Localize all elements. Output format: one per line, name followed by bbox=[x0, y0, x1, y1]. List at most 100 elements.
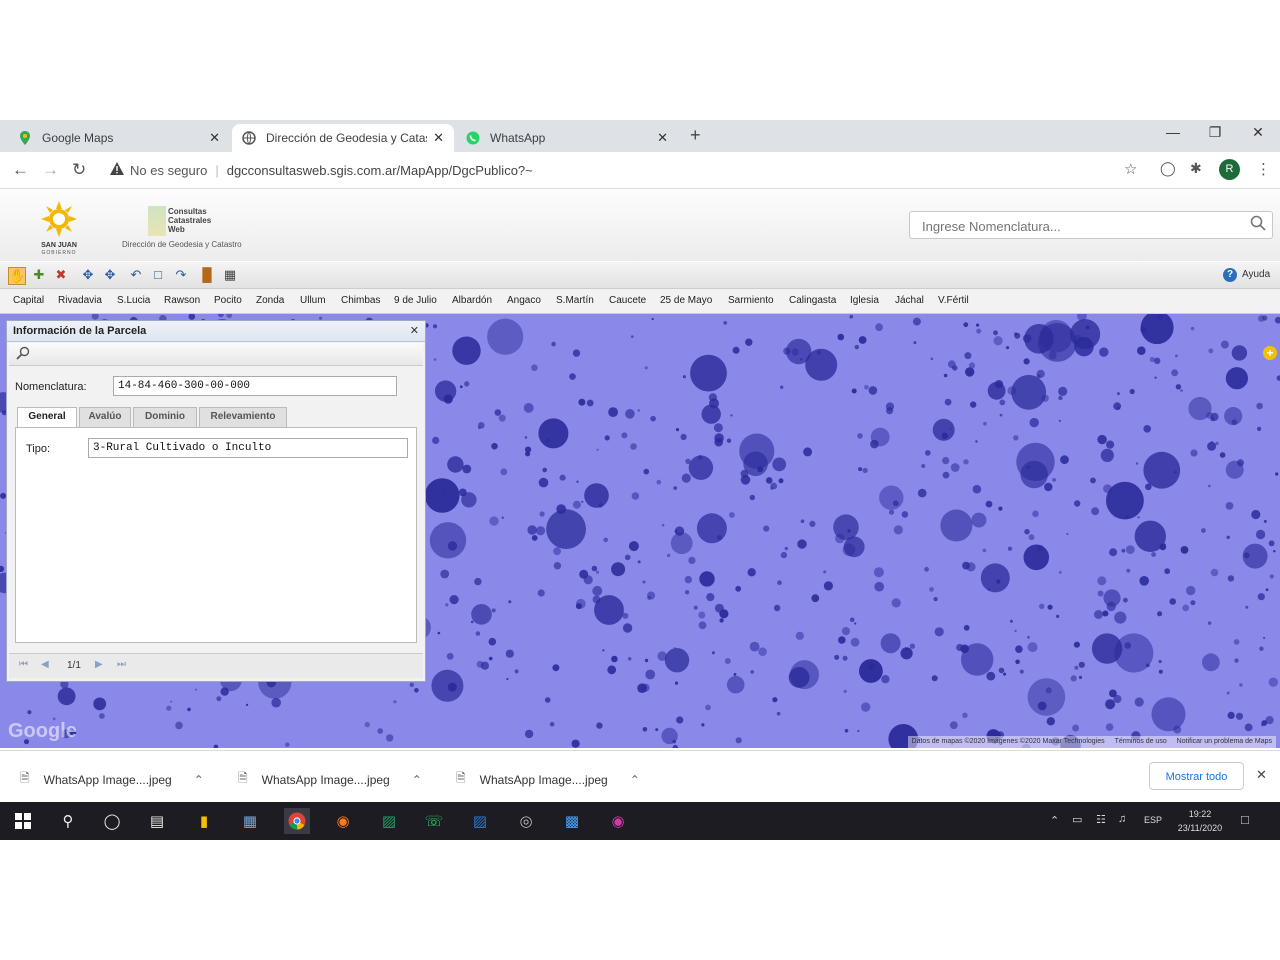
dept-link[interactable]: 25 de Mayo bbox=[660, 295, 712, 306]
profile-avatar[interactable]: R bbox=[1219, 159, 1240, 180]
app-icon[interactable]: ◉ bbox=[605, 808, 631, 834]
search-input[interactable] bbox=[910, 212, 1244, 240]
dept-link[interactable]: Rivadavia bbox=[58, 295, 102, 306]
dept-link[interactable]: Zonda bbox=[256, 295, 284, 306]
tree-canopy bbox=[386, 734, 394, 742]
puzzle-icon[interactable]: ✱ bbox=[1190, 160, 1202, 177]
next-page-icon[interactable]: ▶ bbox=[95, 659, 103, 670]
close-window-icon[interactable]: ✕ bbox=[1243, 124, 1273, 141]
dept-link[interactable]: V.Fértil bbox=[938, 295, 969, 306]
prev-page-icon[interactable]: ◀ bbox=[41, 659, 49, 670]
zoom-extent-icon[interactable]: ✥ bbox=[102, 267, 118, 283]
network-app-icon[interactable]: ◎ bbox=[513, 808, 539, 834]
zoom-out-icon[interactable]: ✖ bbox=[53, 267, 69, 283]
whatsapp-taskbar-icon[interactable]: ☏ bbox=[421, 808, 447, 834]
dept-link[interactable]: Ullum bbox=[300, 295, 326, 306]
close-tab-icon[interactable]: ✕ bbox=[209, 130, 220, 146]
dept-link[interactable]: Angaco bbox=[507, 295, 541, 306]
help-label[interactable]: Ayuda bbox=[1242, 269, 1270, 280]
download-item[interactable]: 🗎 WhatsApp Image....jpeg ⌃ bbox=[456, 769, 640, 790]
omnibox[interactable]: No es seguro | dgcconsultasweb.sgis.com.… bbox=[104, 156, 1144, 184]
extension-shield-icon[interactable]: ◯ bbox=[1160, 160, 1176, 177]
menu-dots-icon[interactable]: ⋮ bbox=[1256, 160, 1271, 178]
download-item[interactable]: 🗎 WhatsApp Image....jpeg ⌃ bbox=[238, 769, 422, 790]
report-link[interactable]: Notificar un problema de Maps bbox=[1177, 738, 1272, 745]
tray-battery-icon[interactable]: ▭ bbox=[1072, 813, 1082, 826]
file-explorer-icon[interactable]: ▮ bbox=[191, 808, 217, 834]
cortana-icon[interactable]: ◯ bbox=[99, 808, 125, 834]
new-tab-button[interactable]: + bbox=[690, 125, 701, 146]
chrome-icon[interactable] bbox=[284, 808, 310, 834]
close-panel-icon[interactable]: ✕ bbox=[410, 324, 419, 337]
tab-geodesia[interactable]: Dirección de Geodesia y Catastr ✕ bbox=[232, 124, 454, 152]
terms-link[interactable]: Términos de uso bbox=[1115, 738, 1167, 745]
tab-google-maps[interactable]: Google Maps ✕ bbox=[8, 124, 230, 152]
chevron-up-icon[interactable]: ⌃ bbox=[194, 773, 204, 787]
dept-link[interactable]: Caucete bbox=[609, 295, 646, 306]
dept-link[interactable]: Jáchal bbox=[895, 295, 924, 306]
task-view-icon[interactable]: ▤ bbox=[144, 808, 170, 834]
search-taskbar-icon[interactable]: ⚲ bbox=[55, 808, 81, 834]
close-tab-icon[interactable]: ✕ bbox=[657, 130, 668, 146]
zoom-in-icon[interactable]: ✚ bbox=[31, 267, 47, 283]
tree-canopy bbox=[1186, 585, 1196, 596]
show-all-button[interactable]: Mostrar todo bbox=[1149, 762, 1244, 790]
download-item[interactable]: 🗎 WhatsApp Image....jpeg ⌃ bbox=[20, 769, 204, 790]
dept-link[interactable]: Sarmiento bbox=[728, 295, 774, 306]
magnifier-icon[interactable] bbox=[16, 346, 30, 365]
dept-link[interactable]: Iglesia bbox=[850, 295, 879, 306]
dept-link[interactable]: S.Lucia bbox=[117, 295, 150, 306]
dept-link[interactable]: Rawson bbox=[164, 295, 200, 306]
minimize-icon[interactable]: — bbox=[1158, 124, 1188, 140]
table-grid-icon[interactable]: ▦ bbox=[222, 267, 238, 283]
first-page-icon[interactable]: ⏮ bbox=[19, 659, 28, 670]
notification-icon[interactable]: □ bbox=[1241, 812, 1249, 827]
nomenclatura-field[interactable]: 14-84-460-300-00-000 bbox=[113, 376, 397, 396]
undo-icon[interactable]: ↶ bbox=[128, 267, 144, 283]
volume-icon[interactable]: ♫ bbox=[1118, 813, 1126, 825]
nomenclatura-search[interactable] bbox=[909, 211, 1273, 240]
dept-link[interactable]: 9 de Julio bbox=[394, 295, 437, 306]
redo-icon[interactable]: ↷ bbox=[173, 267, 189, 283]
dept-link[interactable]: S.Martín bbox=[556, 295, 594, 306]
app-header: SAN JUAN GOBIERNO Consultas Catastrales … bbox=[0, 189, 1280, 261]
dept-link[interactable]: Calingasta bbox=[789, 295, 836, 306]
search-icon[interactable] bbox=[1250, 215, 1266, 236]
close-downloads-icon[interactable]: ✕ bbox=[1256, 767, 1267, 783]
tab-dominio[interactable]: Dominio bbox=[133, 407, 197, 427]
reload-icon[interactable]: ↻ bbox=[72, 160, 86, 180]
expand-plus-icon[interactable]: + bbox=[1263, 346, 1277, 360]
calculator-icon[interactable]: ▦ bbox=[237, 808, 263, 834]
restore-icon[interactable]: ❐ bbox=[1200, 124, 1230, 141]
help-icon[interactable]: ? bbox=[1223, 268, 1237, 282]
windows-start-icon[interactable] bbox=[10, 808, 36, 834]
tab-avaluo[interactable]: Avalúo bbox=[79, 407, 131, 427]
firefox-icon[interactable]: ◉ bbox=[330, 808, 356, 834]
full-extent-icon[interactable]: ✥ bbox=[80, 267, 96, 283]
measure-icon[interactable]: █ bbox=[199, 267, 215, 283]
clock[interactable]: 19:22 23/11/2020 bbox=[1168, 807, 1232, 835]
forward-arrow-icon[interactable]: → bbox=[42, 160, 59, 180]
zoom-box-icon[interactable]: □ bbox=[150, 267, 166, 283]
wifi-icon[interactable]: ☷ bbox=[1096, 813, 1106, 826]
star-icon[interactable]: ☆ bbox=[1124, 160, 1137, 178]
tray-chevron-icon[interactable]: ⌃ bbox=[1050, 814, 1059, 827]
close-tab-icon[interactable]: ✕ bbox=[433, 130, 444, 146]
last-page-icon[interactable]: ⏭ bbox=[117, 659, 126, 670]
dept-link[interactable]: Chimbas bbox=[341, 295, 380, 306]
store-icon[interactable]: ▩ bbox=[559, 808, 585, 834]
word-icon[interactable]: ▨ bbox=[467, 808, 493, 834]
back-arrow-icon[interactable]: ← bbox=[12, 160, 29, 180]
dept-link[interactable]: Pocito bbox=[214, 295, 242, 306]
excel-icon[interactable]: ▨ bbox=[376, 808, 402, 834]
tab-whatsapp[interactable]: WhatsApp ✕ bbox=[456, 124, 678, 152]
chevron-up-icon[interactable]: ⌃ bbox=[630, 773, 640, 787]
pan-hand-icon[interactable]: ✋ bbox=[8, 267, 26, 285]
tipo-field[interactable]: 3-Rural Cultivado o Inculto bbox=[88, 438, 408, 458]
tab-relevamiento[interactable]: Relevamiento bbox=[199, 407, 287, 427]
tab-general[interactable]: General bbox=[17, 407, 77, 427]
chevron-up-icon[interactable]: ⌃ bbox=[412, 773, 422, 787]
language-indicator[interactable]: ESP bbox=[1144, 815, 1162, 825]
dept-link[interactable]: Capital bbox=[13, 295, 44, 306]
dept-link[interactable]: Albardón bbox=[452, 295, 492, 306]
